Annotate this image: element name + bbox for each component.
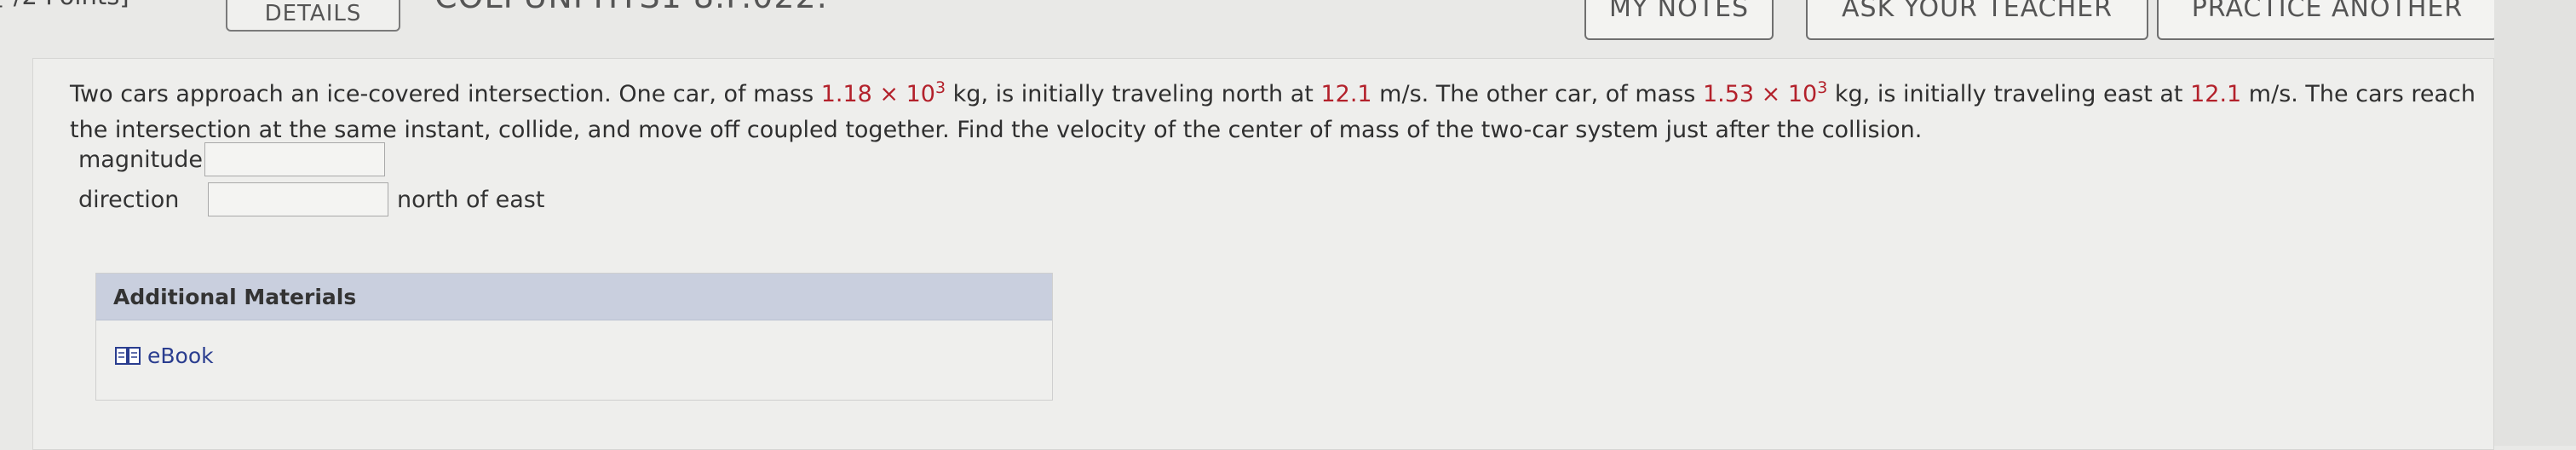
book-icon [115,346,141,365]
ebook-link[interactable]: eBook [115,343,214,368]
additional-materials: Additional Materials eBook [95,273,1053,401]
question-text-part: Two cars approach an ice-covered interse… [70,81,821,107]
question-id: COLPUNPHYS1 8.P.022. [434,0,828,15]
times-ten: × 10 [871,81,935,107]
magnitude-row: magnitude [78,142,385,176]
question-text-part: kg, is initially traveling east at [1827,81,2191,107]
direction-label: direction [78,186,180,213]
times-ten: × 10 [1754,81,1818,107]
mass-1: 1.18 × 103 [820,78,946,108]
question-text: Two cars approach an ice-covered interse… [70,77,2481,148]
ask-teacher-button[interactable]: ASK YOUR TEACHER [1806,0,2148,40]
mass-2-mantissa: 1.53 [1702,81,1755,107]
mass-2: 1.53 × 103 [1702,78,1828,108]
magnitude-label: magnitude [78,146,204,173]
ebook-label: eBook [147,343,214,368]
points-label: [-/2 Points] [0,0,129,10]
direction-row: direction north of east [78,182,544,216]
details-button[interactable]: DETAILS [226,0,400,32]
speed-2: 12.1 [2190,81,2242,107]
direction-unit: north of east [397,186,545,213]
question-text-part: m/s. The other car, of mass [1371,81,1703,107]
direction-input[interactable] [208,182,388,216]
practice-another-button[interactable]: PRACTICE ANOTHER [2157,0,2498,40]
my-notes-button[interactable]: MY NOTES [1584,0,1774,40]
speed-1: 12.1 [1320,81,1372,107]
top-toolbar: [-/2 Points] DETAILS COLPUNPHYS1 8.P.022… [0,0,2576,51]
additional-materials-header: Additional Materials [96,274,1052,320]
exponent: 3 [935,78,946,97]
right-margin [2494,0,2576,446]
magnitude-input[interactable] [204,142,385,176]
exponent: 3 [1817,78,1828,97]
question-text-part: kg, is initially traveling north at [946,81,1321,107]
mass-1-mantissa: 1.18 [820,81,872,107]
